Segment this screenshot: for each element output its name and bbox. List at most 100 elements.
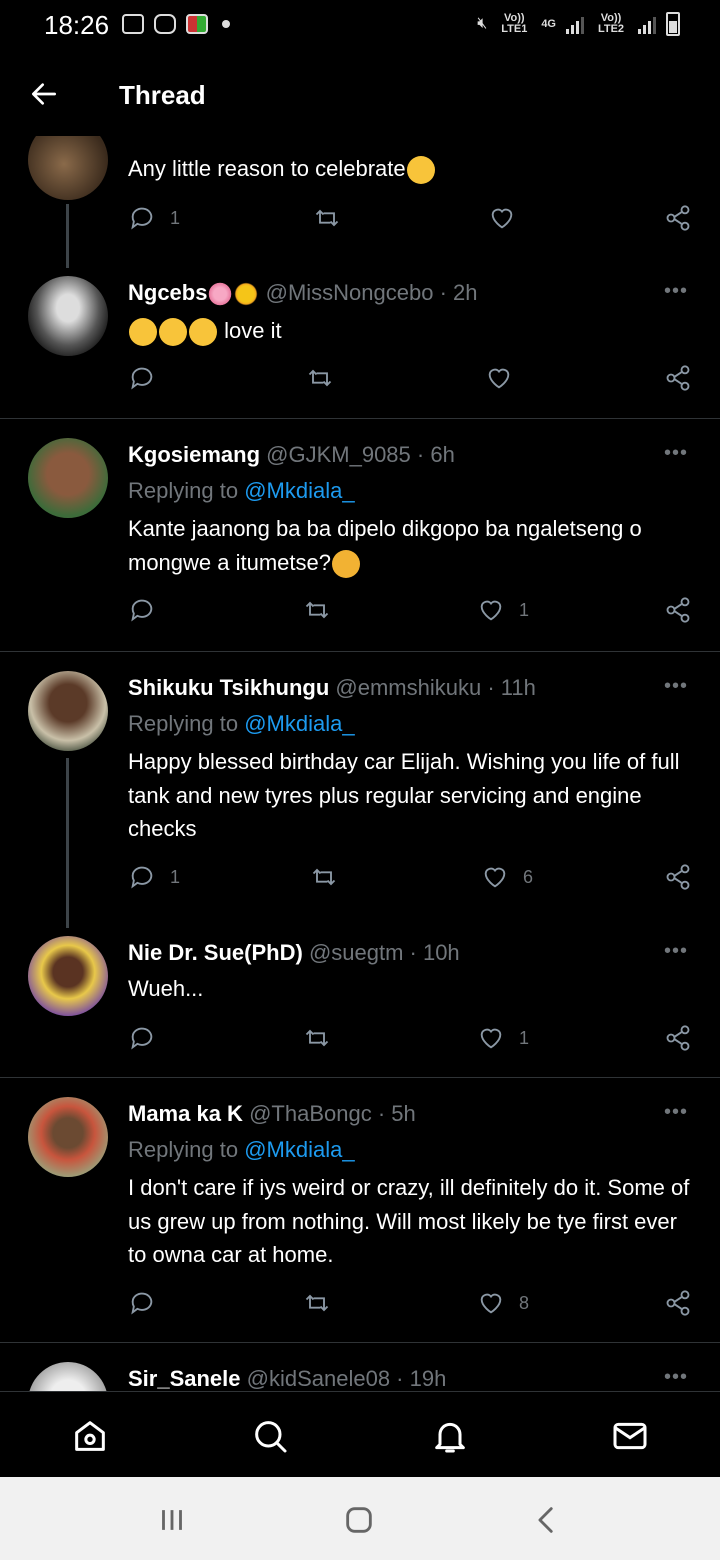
avatar[interactable] [28,136,108,200]
reply-button[interactable] [128,1024,170,1052]
network-type: 4G [541,17,556,30]
page-title: Thread [119,80,206,110]
reply-icon [131,367,153,390]
like-count: 1 [519,599,530,620]
tweet-actions [128,364,698,398]
tweet-text: love it [128,314,698,348]
signal-icon-1 [566,14,584,34]
avatar[interactable] [28,671,108,751]
home-icon[interactable] [70,1416,110,1456]
display-name[interactable]: Shikuku Tsikhungu [128,675,329,700]
like-button[interactable] [485,364,513,392]
mention-link[interactable]: @Mkdiala_ [244,711,354,736]
search-icon[interactable] [250,1416,290,1456]
back-icon[interactable] [530,1503,564,1537]
like-button[interactable]: 1 [477,596,529,624]
retweet-button[interactable] [303,596,331,624]
retweet-button[interactable] [310,863,338,891]
divider [0,651,720,652]
retweet-button[interactable] [303,1024,331,1052]
reply-button[interactable] [128,596,170,624]
tweet-text: Any little reason to celebrate [128,152,698,186]
status-indicators: 🔇︎ Vo)) LTE1 4G Vo)) LTE2 [477,12,680,36]
handle-timestamp[interactable]: @kidSanele08 · 19h [247,1366,447,1391]
tweet-actions: 1 [128,1024,698,1058]
handle-timestamp[interactable]: @suegtm · 10h [309,940,460,965]
more-options-button[interactable]: ••• [664,280,688,303]
reply-button[interactable]: 1 [128,863,180,891]
notifications-icon[interactable] [430,1416,470,1456]
reply-button[interactable] [128,364,170,392]
divider [0,1342,720,1343]
display-name[interactable]: Ngcebs [128,280,207,305]
recent-apps-icon[interactable] [155,1503,189,1537]
app-notification-icon [186,14,208,34]
more-options-button[interactable]: ••• [664,675,688,698]
share-button[interactable] [664,1024,692,1052]
retweet-button[interactable] [313,204,341,232]
mention-link[interactable]: @Mkdiala_ [244,478,354,503]
retweet-icon [308,369,332,387]
share-icon [666,1025,690,1051]
display-name[interactable]: Sir_Sanele [128,1366,241,1391]
messages-icon[interactable] [610,1416,650,1456]
status-bar: 18:26 🔇︎ Vo)) LTE1 4G Vo)) LTE2 [0,0,720,56]
mention-link[interactable]: @Mkdiala_ [244,1137,354,1162]
reply-button[interactable]: 1 [128,204,180,232]
grinning-sweat-emoji [406,156,435,185]
bottom-navigation [0,1391,720,1478]
avatar[interactable] [28,438,108,518]
display-name[interactable]: Mama ka K [128,1101,243,1126]
avatar[interactable] [28,1362,108,1391]
tweet-actions: 8 [128,1289,698,1323]
sim2-label: Vo)) LTE2 [597,12,625,35]
heart-icon [480,600,502,621]
thread-feed[interactable]: Any little reason to celebrate 1 Ngcebs … [0,136,720,1391]
avatar[interactable] [28,1097,108,1177]
like-button[interactable]: 8 [477,1289,529,1317]
share-button[interactable] [664,1289,692,1317]
handle-timestamp[interactable]: @ThaBongc · 5h [249,1101,416,1126]
handle-timestamp[interactable]: @GJKM_9085 · 6h [266,442,455,467]
avatar[interactable] [28,936,108,1016]
retweet-button[interactable] [306,364,334,392]
like-button[interactable]: 1 [477,1024,529,1052]
like-button[interactable]: 6 [481,863,533,891]
heart-icon [484,867,506,888]
avatar[interactable] [28,276,108,356]
tweet-header: Kgosiemang @GJKM_9085 · 6h [128,442,455,468]
handle-timestamp[interactable]: @emmshikuku · 11h [335,675,535,700]
share-button[interactable] [664,863,692,891]
like-button[interactable] [488,204,516,232]
more-options-button[interactable]: ••• [664,442,688,465]
share-button[interactable] [664,364,692,392]
display-name[interactable]: Nie Dr. Sue(PhD) [128,940,303,965]
battery-icon [666,12,680,36]
retweet-button[interactable] [303,1289,331,1317]
heart-icon [480,1028,502,1049]
signal-icon-2 [638,14,656,34]
heart-icon [491,208,513,229]
reply-count: 1 [170,866,181,887]
laughing-crying-emoji [189,318,217,347]
reply-icon [131,1292,153,1315]
laughing-crying-emoji [129,318,157,347]
retweet-icon [305,1029,329,1047]
reply-icon [131,207,153,230]
retweet-icon [305,601,329,619]
thinking-face-emoji [332,549,360,578]
display-name[interactable]: Kgosiemang [128,442,260,467]
more-options-button[interactable]: ••• [664,1366,688,1389]
notification-icons [122,14,230,34]
reply-button[interactable] [128,1289,170,1317]
home-button-icon[interactable] [342,1503,376,1537]
more-options-button[interactable]: ••• [664,940,688,963]
back-arrow-icon[interactable] [28,78,60,110]
handle-timestamp[interactable]: @MissNongcebo · 2h [266,280,478,305]
tweet-actions: 1 6 [128,863,698,897]
system-navigation [0,1477,720,1560]
share-button[interactable] [664,204,692,232]
more-options-button[interactable]: ••• [664,1101,688,1124]
share-icon [666,205,690,231]
share-button[interactable] [664,596,692,624]
